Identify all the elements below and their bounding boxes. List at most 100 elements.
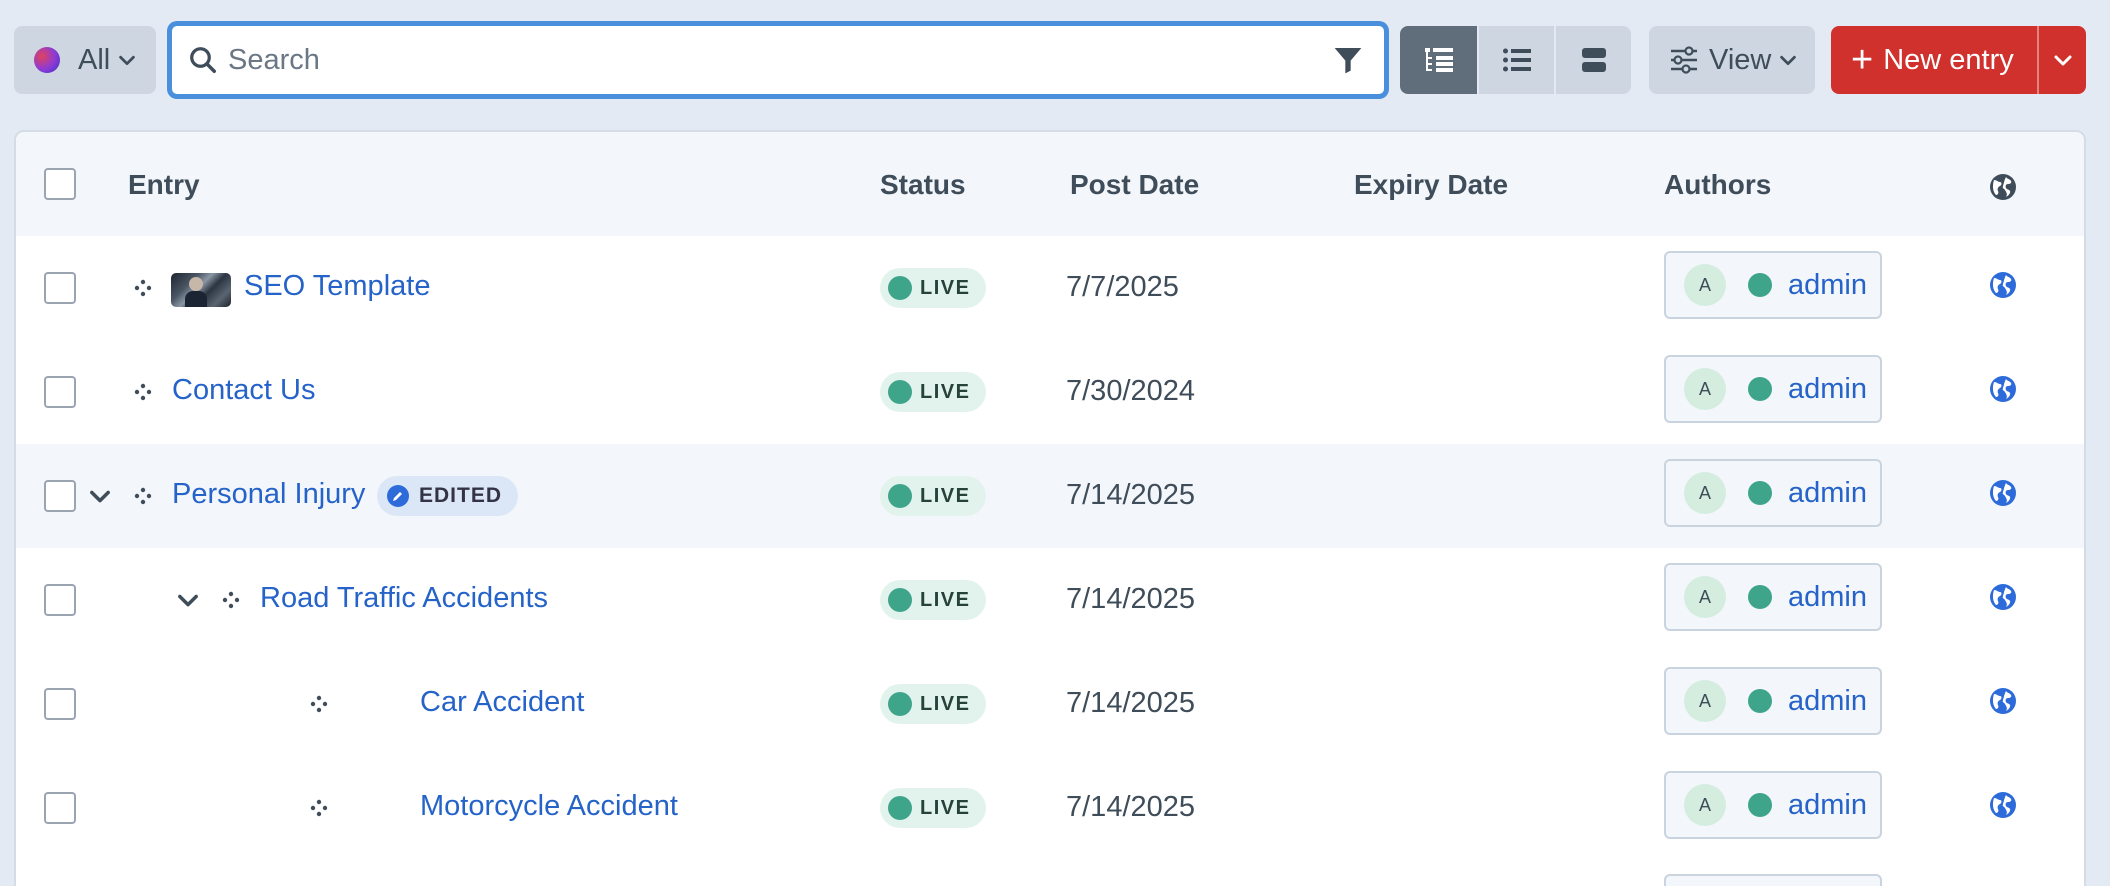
entry-title-link[interactable]: Car Accident — [420, 686, 584, 719]
search-icon — [190, 47, 216, 73]
list-view-icon — [1502, 48, 1531, 72]
avatar: A — [1684, 784, 1726, 826]
move-handle-icon[interactable] — [310, 799, 328, 817]
table-row[interactable]: Contact Us LIVE 7/30/2024 Aadmin — [16, 340, 2084, 444]
header-expiry-date[interactable]: Expiry Date — [1354, 169, 1508, 201]
row-checkbox[interactable] — [44, 688, 76, 720]
chevron-down-icon[interactable] — [86, 482, 114, 510]
author-status-dot — [1748, 481, 1772, 505]
avatar: A — [1684, 576, 1726, 618]
card-view-button[interactable] — [1554, 26, 1631, 94]
new-entry-menu-button[interactable] — [2037, 26, 2086, 94]
post-date: 7/14/2025 — [1066, 479, 1196, 511]
globe-icon[interactable] — [1988, 270, 2018, 300]
chevron-down-icon — [1780, 55, 1797, 66]
entry-title-link[interactable]: Personal Injury — [172, 478, 365, 511]
post-date: 7/14/2025 — [1066, 583, 1196, 615]
move-handle-icon[interactable] — [310, 695, 328, 713]
header-authors[interactable]: Authors — [1664, 169, 1771, 201]
entry-title-link[interactable]: SEO Template — [244, 270, 430, 303]
status-label: LIVE — [920, 692, 971, 715]
move-handle-icon[interactable] — [134, 487, 152, 505]
status-dot — [888, 692, 912, 716]
post-date: 7/30/2024 — [1066, 375, 1196, 407]
entry-title-link[interactable]: Road Traffic Accidents — [260, 582, 548, 615]
edited-label: EDITED — [419, 484, 503, 507]
sliders-icon — [1671, 46, 1697, 74]
author-chip[interactable]: Aadmin — [1664, 667, 1882, 735]
author-name: admin — [1788, 268, 1867, 301]
move-handle-icon[interactable] — [222, 591, 240, 609]
row-checkbox[interactable] — [44, 376, 76, 408]
avatar: A — [1684, 368, 1726, 410]
entry-thumbnail — [171, 273, 231, 307]
author-chip[interactable]: Aadmin — [1664, 563, 1882, 631]
card-view-icon — [1581, 48, 1606, 72]
row-checkbox[interactable] — [44, 272, 76, 304]
table-row[interactable]: SEO Template LIVE 7/7/2025 Aadmin — [16, 236, 2084, 340]
post-date: 7/14/2025 — [1066, 791, 1196, 823]
row-checkbox[interactable] — [44, 480, 76, 512]
table-row[interactable]: Personal Injury EDITED LIVE 7/14/2025 Aa… — [16, 444, 2084, 548]
new-entry-group: + New entry — [1831, 26, 2086, 94]
view-menu-button[interactable]: View — [1649, 26, 1815, 94]
author-chip[interactable]: Aadmin — [1664, 771, 1882, 839]
view-mode-group — [1400, 26, 1631, 94]
table-row[interactable]: Car Accident LIVE 7/14/2025 Aadmin — [16, 652, 2084, 756]
globe-icon[interactable] — [1988, 790, 2018, 820]
status-badge: LIVE — [880, 268, 987, 308]
status-badge: LIVE — [880, 788, 987, 828]
author-name: admin — [1788, 372, 1867, 405]
author-chip[interactable]: Aadmin — [1664, 251, 1882, 319]
search-input[interactable] — [228, 43, 1328, 77]
author-status-dot — [1748, 273, 1772, 297]
toolbar: All Search View + New entry — [0, 0, 2110, 120]
author-status-dot — [1748, 689, 1772, 713]
new-entry-label: New entry — [1883, 43, 2014, 76]
status-badge: LIVE — [880, 580, 987, 620]
author-chip[interactable]: Aadmin — [1664, 459, 1882, 527]
search-box[interactable] — [168, 22, 1388, 98]
header-entry[interactable]: Entry — [128, 169, 200, 201]
table-row[interactable]: Road Traffic Accidents LIVE 7/14/2025 Aa… — [16, 548, 2084, 652]
status-label: LIVE — [920, 484, 971, 507]
status-dot — [888, 380, 912, 404]
plus-icon: + — [1851, 39, 1874, 81]
author-status-dot — [1748, 585, 1772, 609]
row-checkbox[interactable] — [44, 792, 76, 824]
status-badge: LIVE — [880, 476, 987, 516]
header-status[interactable]: Status — [880, 169, 966, 201]
table-header: Entry Status Post Date Expiry Date Autho… — [16, 132, 2084, 236]
globe-icon[interactable] — [1988, 478, 2018, 508]
list-view-button[interactable] — [1477, 26, 1554, 94]
chevron-down-icon[interactable] — [174, 586, 202, 614]
globe-icon[interactable] — [1988, 686, 2018, 716]
table-row[interactable]: Motorcycle Accident LIVE 7/14/2025 Aadmi… — [16, 756, 2084, 860]
status-dot — [888, 796, 912, 820]
site-menu-button[interactable]: All — [14, 26, 156, 94]
header-post-date[interactable]: Post Date — [1070, 169, 1199, 201]
globe-icon[interactable] — [1988, 582, 2018, 612]
select-all-checkbox[interactable] — [44, 168, 76, 200]
edited-badge: EDITED — [377, 476, 519, 516]
author-status-dot — [1748, 793, 1772, 817]
entry-title-link[interactable]: Motorcycle Accident — [420, 790, 678, 823]
filter-icon[interactable] — [1332, 44, 1364, 76]
structure-view-button[interactable] — [1400, 26, 1477, 94]
avatar: A — [1684, 472, 1726, 514]
move-handle-icon[interactable] — [134, 279, 152, 297]
site-gradient-icon — [34, 47, 60, 73]
entry-title-link[interactable]: Contact Us — [172, 374, 315, 407]
move-handle-icon[interactable] — [134, 383, 152, 401]
structure-view-icon — [1424, 48, 1453, 72]
row-checkbox[interactable] — [44, 584, 76, 616]
author-name: admin — [1788, 684, 1867, 717]
status-dot — [888, 588, 912, 612]
status-label: LIVE — [920, 276, 971, 299]
new-entry-button[interactable]: + New entry — [1831, 26, 2037, 94]
status-label: LIVE — [920, 796, 971, 819]
globe-icon — [1990, 174, 2016, 200]
author-chip-partial[interactable] — [1664, 874, 1882, 886]
author-chip[interactable]: Aadmin — [1664, 355, 1882, 423]
globe-icon[interactable] — [1988, 374, 2018, 404]
